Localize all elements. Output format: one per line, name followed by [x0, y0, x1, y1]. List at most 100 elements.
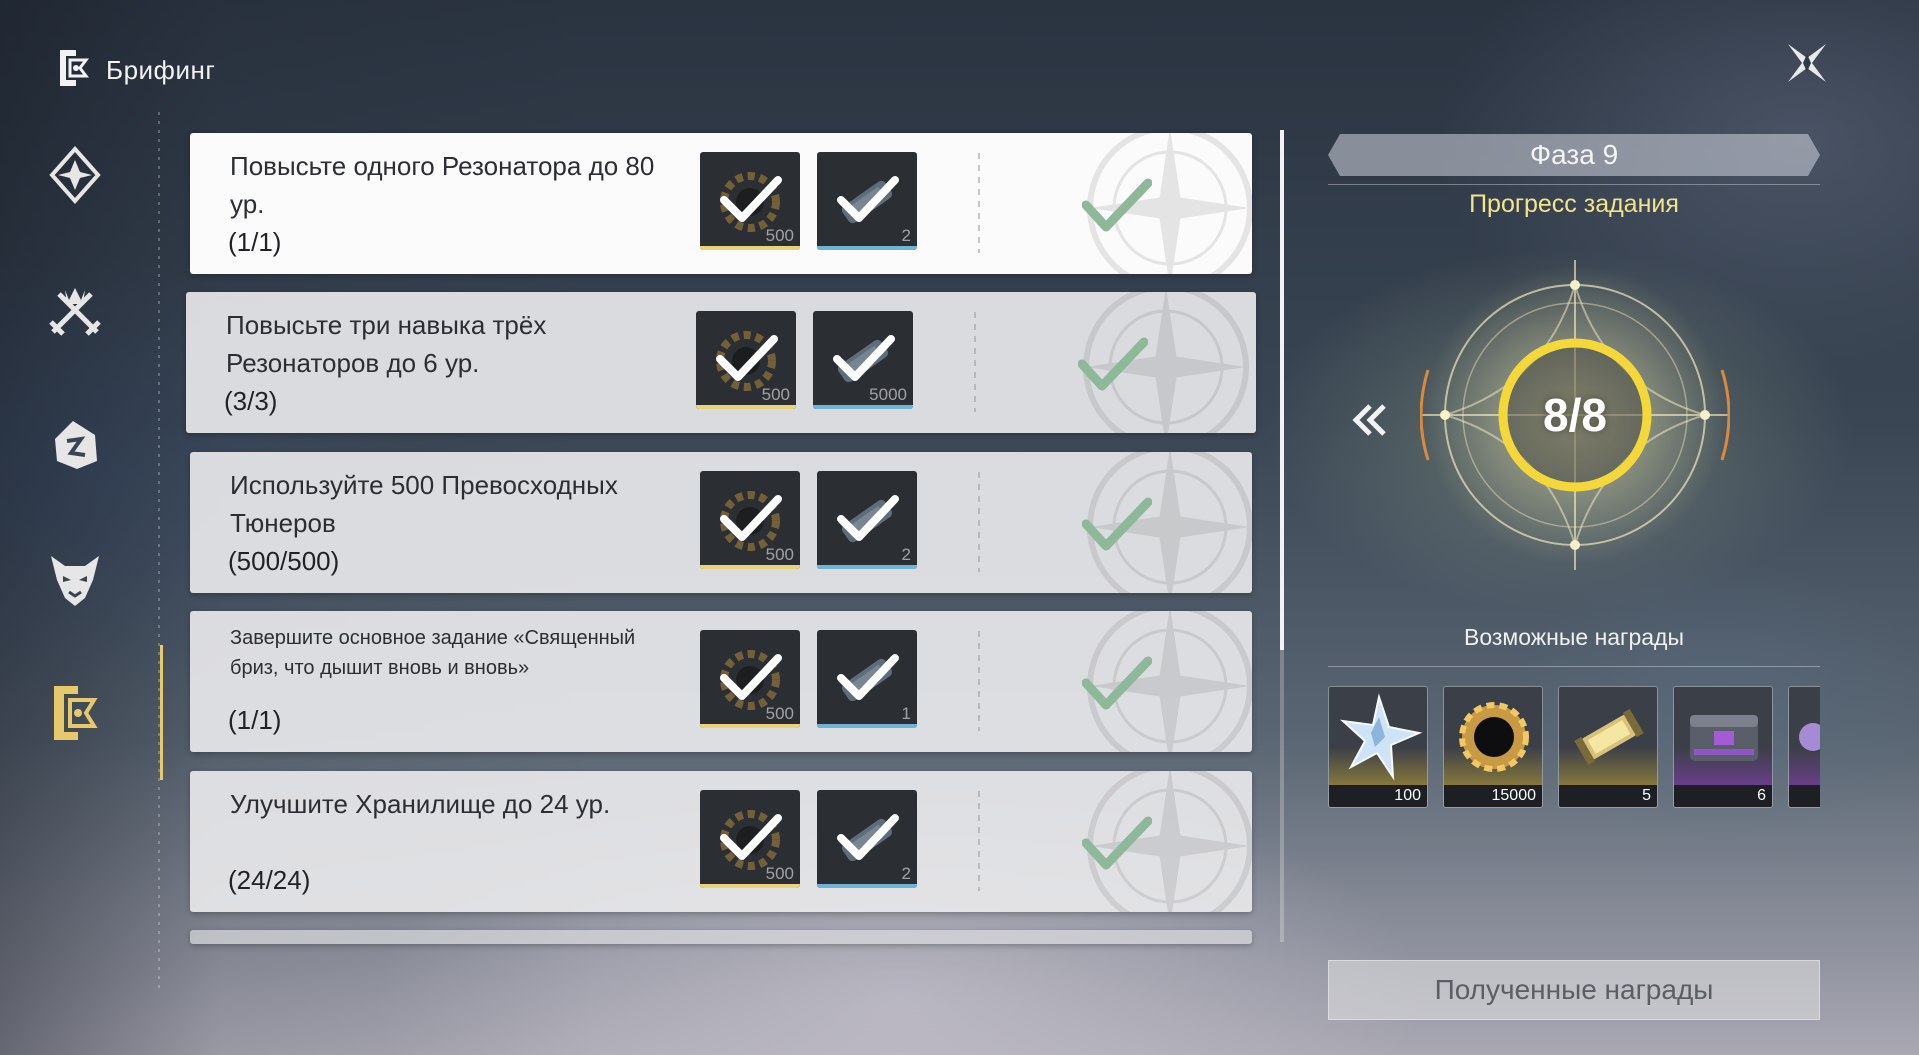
task-title: Повысьте три навыка трёх Резонаторов до …	[226, 310, 547, 378]
diamond-emblem-icon	[49, 146, 101, 204]
reward-amount: 100	[1394, 787, 1421, 804]
reward-tuner-capsule[interactable]: 5	[1558, 686, 1658, 808]
rarity-strip	[817, 246, 917, 250]
reward-quantity: 500	[765, 545, 794, 564]
claimed-rewards-label: Полученные награды	[1434, 974, 1714, 1005]
task-list-scrollbar-thumb[interactable]	[1280, 130, 1284, 650]
sidebar-item-4[interactable]	[40, 545, 110, 615]
material-icon	[1789, 687, 1820, 787]
sidebar-item-2[interactable]	[40, 275, 110, 345]
reward-quantity: 500	[765, 864, 794, 883]
task-reward-item[interactable]: 2	[817, 790, 917, 888]
double-chevron-left-icon	[1352, 404, 1386, 436]
task-reward-item[interactable]: 1	[817, 630, 917, 728]
briefing-icon	[56, 48, 92, 93]
task-progress: (1/1)	[228, 705, 282, 735]
task-complete-check-icon	[1082, 178, 1152, 232]
sidebar-rail	[158, 112, 160, 992]
claimed-rewards-button[interactable]: Полученные награды	[1328, 960, 1820, 1020]
reward-quantity: 1	[901, 704, 911, 723]
rarity-strip	[813, 405, 913, 409]
task-card[interactable]: Повысьте одного Резонатора до 80 ур. (1/1…	[190, 133, 1252, 274]
reward-foot	[1789, 785, 1820, 807]
close-button[interactable]	[1784, 40, 1830, 86]
task-title: Повысьте одного Резонатора до 80 ур.	[230, 151, 655, 219]
task-reward-item[interactable]: 2	[817, 471, 917, 569]
task-complete-check-icon	[1078, 337, 1148, 391]
check-icon	[720, 654, 782, 700]
sidebar-item-3[interactable]	[40, 410, 110, 480]
header: Брифинг	[56, 48, 215, 93]
possible-rewards-row: 100 15000 5 6	[1328, 686, 1820, 810]
task-card[interactable]: Улучшите Хранилище до 24 ур. (24/24) 500 2	[190, 771, 1252, 912]
astrite-crystal-icon	[1329, 687, 1427, 787]
task-reward-item[interactable]: 2	[817, 152, 917, 250]
shell-credit-icon	[1444, 687, 1542, 787]
task-reward-item[interactable]: 500	[700, 152, 800, 250]
rarity-strip	[700, 724, 800, 728]
reward-quantity: 2	[901, 226, 911, 245]
task-progress: (24/24)	[228, 865, 311, 895]
sidebar-item-1[interactable]	[40, 140, 110, 210]
task-reward-item[interactable]: 500	[696, 311, 796, 409]
task-complete-check-icon	[1082, 497, 1152, 551]
task-progress: (3/3)	[224, 386, 278, 416]
reward-quantity: 2	[901, 545, 911, 564]
close-icon	[1788, 44, 1826, 82]
task-title: Улучшите Хранилище до 24 ур.	[230, 789, 611, 819]
task-complete-check-icon	[1082, 656, 1152, 710]
reward-amount: 6	[1757, 787, 1766, 804]
page-title: Брифинг	[106, 55, 216, 85]
reward-amount: 15000	[1491, 787, 1537, 804]
task-complete-check-icon	[1082, 816, 1152, 870]
reward-quantity: 500	[761, 385, 790, 404]
reward-supply-chest[interactable]: 6	[1673, 686, 1773, 808]
check-icon	[720, 176, 782, 222]
check-icon	[716, 335, 778, 381]
reward-quantity: 500	[765, 704, 794, 723]
sidebar-item-5-active[interactable]	[40, 678, 110, 748]
rarity-strip	[700, 565, 800, 569]
task-card-partial	[190, 930, 1252, 944]
rarity-strip	[817, 724, 917, 728]
task-reward-item[interactable]: 5000	[813, 311, 913, 409]
task-divider	[978, 153, 980, 253]
phase-title: Фаза 9	[1529, 139, 1619, 170]
reward-shell-credit[interactable]: 15000	[1443, 686, 1543, 808]
phase-header: Фаза 9	[1328, 134, 1820, 176]
rarity-strip	[817, 884, 917, 888]
check-icon	[837, 814, 899, 860]
previous-phase-button[interactable]	[1350, 400, 1390, 440]
task-title: Используйте 500 Превосходных Тюнеров	[230, 470, 618, 538]
reward-astrite[interactable]: 100	[1328, 686, 1428, 808]
progress-ring: 8/8	[1419, 260, 1731, 570]
crossed-swords-icon	[49, 288, 101, 336]
task-progress: (500/500)	[228, 546, 340, 576]
task-reward-item[interactable]: 500	[700, 471, 800, 569]
task-card[interactable]: Повысьте три навыка трёх Резонаторов до …	[186, 292, 1256, 433]
task-divider	[974, 312, 976, 412]
task-divider	[978, 472, 980, 572]
check-icon	[837, 654, 899, 700]
rarity-strip	[817, 565, 917, 569]
reward-partial[interactable]	[1788, 686, 1820, 808]
task-reward-item[interactable]: 500	[700, 630, 800, 728]
progress-label: Прогресс задания	[1469, 190, 1679, 218]
task-reward-item[interactable]: 500	[700, 790, 800, 888]
task-progress: (1/1)	[228, 227, 282, 257]
task-card[interactable]: Завершите основное задание «Священный бр…	[190, 611, 1252, 752]
check-icon	[837, 176, 899, 222]
check-icon	[720, 495, 782, 541]
task-divider	[978, 791, 980, 891]
supply-chest-icon	[1674, 687, 1772, 787]
broken-shard-icon	[55, 421, 97, 469]
sidebar-active-indicator	[160, 645, 163, 780]
reward-quantity: 500	[765, 226, 794, 245]
premium-tuner-capsule-icon	[1559, 687, 1657, 787]
rarity-strip	[700, 884, 800, 888]
task-card[interactable]: Используйте 500 Превосходных Тюнеров (500…	[190, 452, 1252, 593]
rarity-strip	[696, 405, 796, 409]
phase-divider	[1328, 184, 1820, 185]
progress-count: 8/8	[1543, 389, 1607, 441]
reward-amount: 5	[1642, 787, 1651, 804]
